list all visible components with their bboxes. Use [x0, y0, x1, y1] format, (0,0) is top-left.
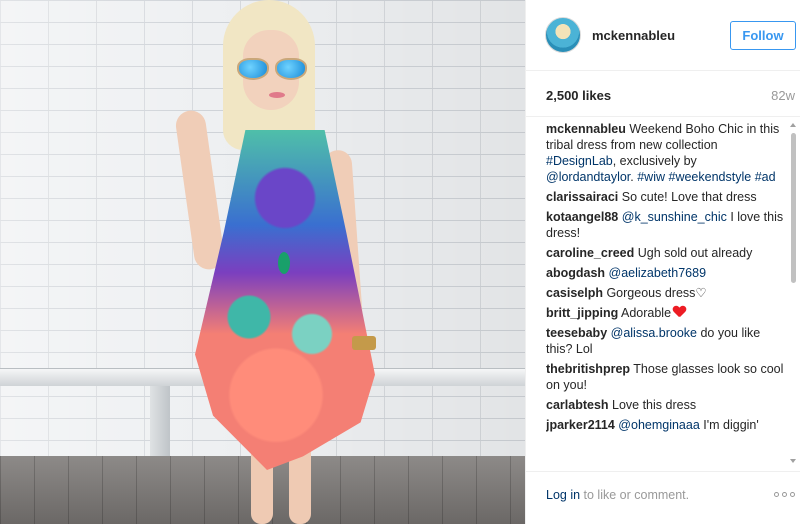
likes-count[interactable]: 2,500 likes: [546, 88, 611, 103]
wristwatch: [352, 336, 376, 350]
comment-mention[interactable]: @ohemginaaa: [618, 418, 700, 432]
comment-mention[interactable]: @aelizabeth7689: [609, 266, 707, 280]
comment-username[interactable]: teesebaby: [546, 326, 607, 340]
comment-username[interactable]: clarissairaci: [546, 190, 618, 204]
model-lips: [269, 92, 285, 98]
comment-username[interactable]: thebritishprep: [546, 362, 630, 376]
sunglasses: [237, 58, 309, 80]
scroll-up-arrow-icon[interactable]: [790, 123, 796, 127]
heart-icon: [673, 306, 686, 318]
header-username[interactable]: mckennableu: [592, 28, 675, 43]
comment-item: casiselph Gorgeous dress♡: [546, 285, 786, 301]
comment-username[interactable]: jparker2114: [546, 418, 615, 432]
comment-text: Adorable: [618, 306, 672, 320]
comments-scrollbar[interactable]: [790, 121, 796, 465]
comment-item: kotaangel88 @k_sunshine_chic I love this…: [546, 209, 786, 241]
comment-mention[interactable]: @alissa.brooke: [611, 326, 697, 340]
comment-item: teesebaby @alissa.brooke do you like thi…: [546, 325, 786, 357]
comment-text: I'm diggin': [699, 418, 759, 432]
login-link[interactable]: Log in: [546, 488, 580, 502]
comment-text: Love this dress: [608, 398, 697, 412]
comment-text: So cute! Love that dress: [618, 190, 757, 204]
necklace-pendant: [278, 252, 290, 274]
comment-item: thebritishprep Those glasses look so coo…: [546, 361, 786, 393]
post-photo: [0, 0, 525, 524]
post-age[interactable]: 82w: [771, 88, 795, 103]
more-options-icon[interactable]: [774, 492, 796, 498]
follow-button[interactable]: Follow: [730, 21, 796, 50]
comment-username[interactable]: abogdash: [546, 266, 605, 280]
caption-username[interactable]: mckennableu: [546, 122, 626, 136]
comment-text: Gorgeous dress♡: [602, 286, 707, 300]
post-footer: Log in to like or comment.: [526, 471, 800, 524]
post-header: mckennableu Follow: [526, 0, 800, 71]
caption-text-2: , exclusively by: [612, 154, 697, 168]
comment-username[interactable]: britt_jipping: [546, 306, 618, 320]
comment-item: carlabtesh Love this dress: [546, 397, 786, 413]
caption: mckennableu Weekend Boho Chic in this tr…: [546, 121, 786, 185]
avatar[interactable]: [545, 17, 581, 53]
scrollbar-thumb[interactable]: [791, 133, 796, 283]
model-arm-left: [174, 108, 226, 272]
likes-row: 2,500 likes 82w: [526, 71, 800, 117]
comment-item: caroline_creed Ugh sold out already: [546, 245, 786, 261]
comment-username[interactable]: kotaangel88: [546, 210, 618, 224]
comment-item: jparker2114 @ohemginaaa I'm diggin': [546, 417, 786, 433]
comment-mention[interactable]: @k_sunshine_chic: [622, 210, 727, 224]
comment-item: clarissairaci So cute! Love that dress: [546, 189, 786, 205]
post-side-panel: mckennableu Follow 2,500 likes 82w mcken…: [525, 0, 800, 524]
hashtag-wiw[interactable]: #wiw: [637, 170, 665, 184]
hashtag-designlab[interactable]: #DesignLab: [546, 154, 613, 168]
comment-username[interactable]: carlabtesh: [546, 398, 609, 412]
comments-list[interactable]: mckennableu Weekend Boho Chic in this tr…: [546, 121, 786, 465]
mention-lordandtaylor[interactable]: @lordandtaylor: [546, 170, 630, 184]
comment-item: abogdash @aelizabeth7689: [546, 265, 786, 281]
hashtag-weekendstyle[interactable]: #weekendstyle: [669, 170, 752, 184]
comment-username[interactable]: caroline_creed: [546, 246, 634, 260]
hashtag-ad[interactable]: #ad: [755, 170, 776, 184]
login-prompt: Log in to like or comment.: [546, 488, 689, 502]
scroll-down-arrow-icon[interactable]: [790, 459, 796, 463]
comment-item: britt_jipping Adorable: [546, 305, 786, 321]
login-prompt-text: to like or comment.: [580, 488, 690, 502]
model-figure: [165, 0, 395, 524]
comment-username[interactable]: casiselph: [546, 286, 603, 300]
comment-text: Ugh sold out already: [634, 246, 753, 260]
